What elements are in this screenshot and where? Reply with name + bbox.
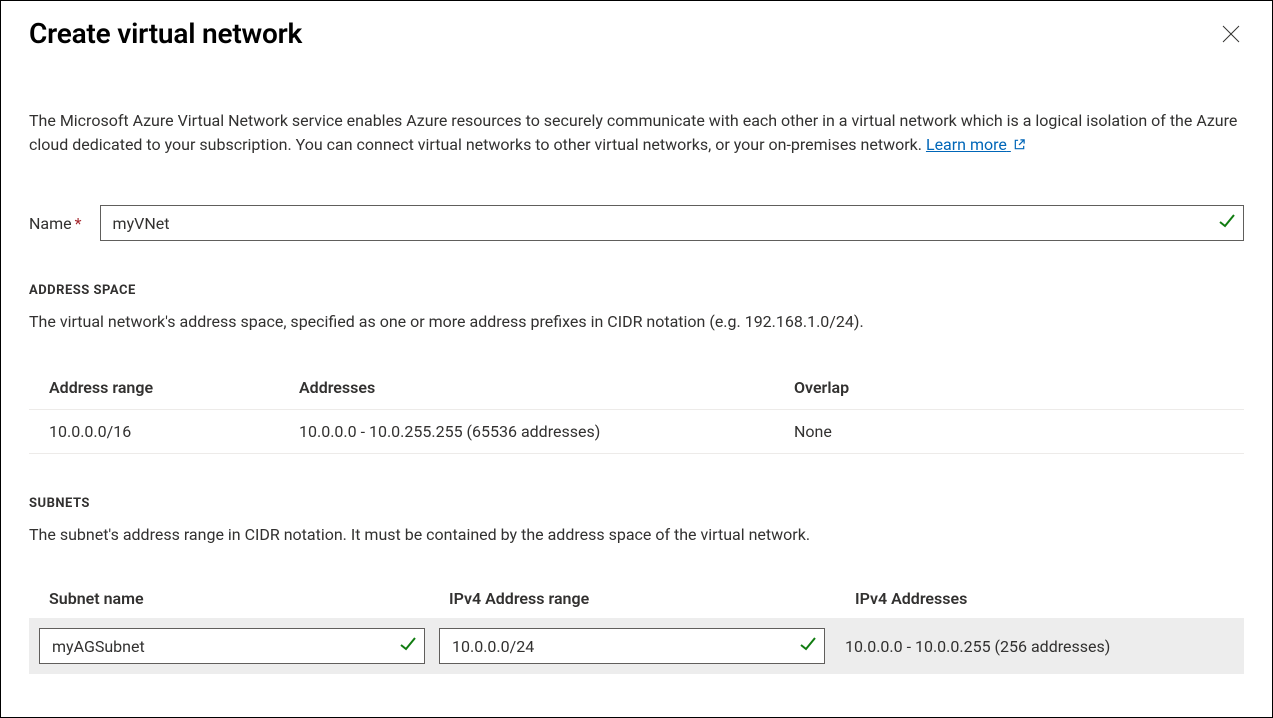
intro-text: The Microsoft Azure Virtual Network serv… [29,111,1237,154]
learn-more-label: Learn more [926,135,1007,154]
subnets-table: Subnet name IPv4 Address range IPv4 Addr… [29,579,1244,674]
header-row: Create virtual network [29,17,1244,51]
subnet-name-input-wrap [39,628,425,664]
required-indicator: * [75,214,82,233]
cell-overlap: None [794,422,1224,441]
address-space-table: Address range Addresses Overlap 10.0.0.0… [29,366,1244,454]
address-table-row[interactable]: 10.0.0.0/16 10.0.0.0 - 10.0.255.255 (655… [29,410,1244,454]
subnet-name-input[interactable] [39,628,425,664]
name-input-wrap [100,205,1244,241]
address-space-description: The virtual network's address space, spe… [29,310,1244,334]
col-subnet-name: Subnet name [49,589,449,608]
col-overlap: Overlap [794,378,1224,397]
learn-more-link[interactable]: Learn more [926,135,1026,154]
subnets-heading: SUBNETS [29,496,1244,511]
subnet-table-header: Subnet name IPv4 Address range IPv4 Addr… [29,579,1244,618]
cell-subnet-addresses: 10.0.0.0 - 10.0.0.255 (256 addresses) [839,637,1234,656]
address-table-header: Address range Addresses Overlap [29,366,1244,410]
close-button[interactable] [1218,21,1244,51]
close-icon [1222,25,1240,43]
intro-paragraph: The Microsoft Azure Virtual Network serv… [29,109,1244,157]
name-label-text: Name [29,214,72,233]
subnet-table-row: 10.0.0.0 - 10.0.0.255 (256 addresses) [29,618,1244,674]
cell-address-range: 10.0.0.0/16 [49,422,299,441]
subnet-range-input[interactable] [439,628,825,664]
col-subnet-addresses: IPv4 Addresses [849,589,1224,608]
cell-addresses: 10.0.0.0 - 10.0.255.255 (65536 addresses… [299,422,794,441]
name-label: Name* [29,214,82,233]
col-subnet-range: IPv4 Address range [449,589,849,608]
subnets-description: The subnet's address range in CIDR notat… [29,523,1244,547]
name-field-row: Name* [29,205,1244,241]
col-addresses: Addresses [299,378,794,397]
name-input[interactable] [100,205,1244,241]
create-vnet-panel: Create virtual network The Microsoft Azu… [1,1,1272,717]
page-title: Create virtual network [29,17,302,50]
col-address-range: Address range [49,378,299,397]
subnet-range-input-wrap [439,628,825,664]
external-link-icon [1013,138,1026,151]
address-space-heading: ADDRESS SPACE [29,283,1244,298]
